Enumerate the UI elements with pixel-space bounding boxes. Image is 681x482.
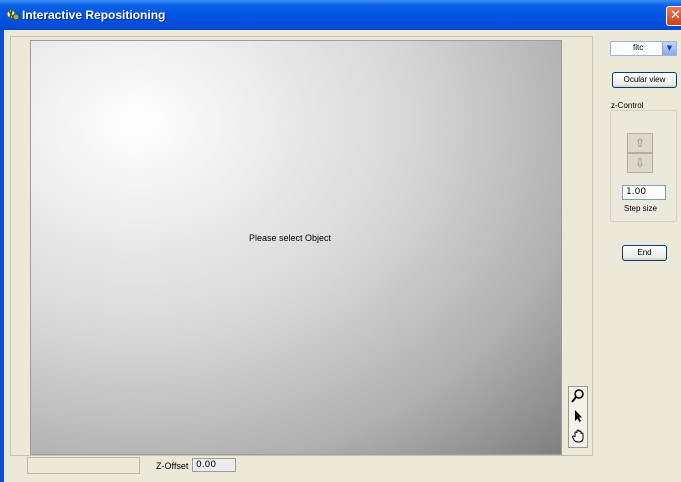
select-tool-button[interactable] xyxy=(570,408,586,426)
step-size-label: Step size xyxy=(624,204,657,213)
hand-icon xyxy=(571,429,585,447)
z-up-button[interactable]: ⇧ xyxy=(627,133,653,153)
ocular-view-button[interactable]: Ocular view xyxy=(612,72,677,88)
zoom-tool-button[interactable] xyxy=(570,388,586,406)
z-control-label: z-Control xyxy=(611,101,644,110)
image-viewport[interactable] xyxy=(30,40,562,455)
window-title: Interactive Repositioning xyxy=(22,8,166,22)
close-button[interactable]: ✕ xyxy=(666,6,681,26)
zoffset-label: Z-Offset xyxy=(156,461,189,471)
arrow-down-icon: ⇩ xyxy=(634,156,646,170)
filter-select[interactable]: fitc ▼ xyxy=(610,41,677,56)
status-bar xyxy=(27,457,140,474)
step-size-field[interactable]: 1.00 xyxy=(622,185,666,200)
filter-value: fitc xyxy=(633,43,644,52)
app-icon xyxy=(6,8,20,22)
magnifier-icon xyxy=(571,389,585,407)
end-button[interactable]: End xyxy=(622,245,667,261)
main-window: Interactive Repositioning ✕ Please selec… xyxy=(0,0,681,482)
arrow-up-icon: ⇧ xyxy=(634,136,646,150)
window-frame xyxy=(0,30,4,482)
pointer-icon xyxy=(571,410,585,427)
pan-tool-button[interactable] xyxy=(570,428,586,446)
z-down-button[interactable]: ⇩ xyxy=(627,153,653,173)
chevron-down-icon[interactable]: ▼ xyxy=(662,42,676,55)
title-bar[interactable]: Interactive Repositioning xyxy=(0,0,681,30)
viewport-message: Please select Object xyxy=(249,233,332,243)
close-icon: ✕ xyxy=(670,8,681,23)
view-toolbox xyxy=(568,386,588,448)
zoffset-field[interactable]: 0.00 xyxy=(192,458,236,472)
